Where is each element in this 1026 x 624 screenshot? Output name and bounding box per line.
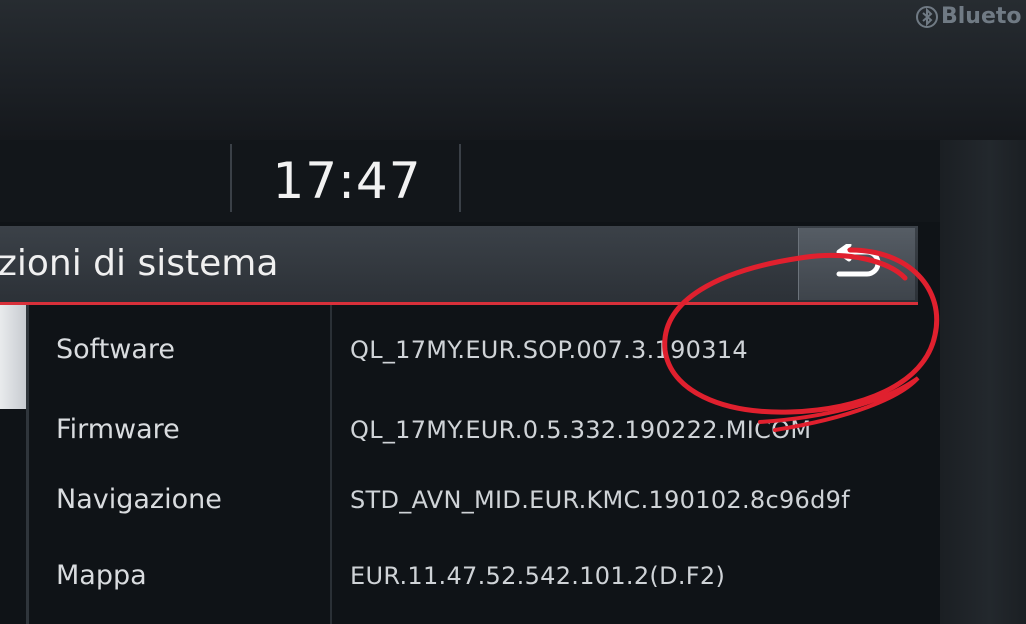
clock: 17:47 — [272, 152, 422, 210]
table-row: Navigazione STD_AVN_MID.EUR.KMC.190102.8… — [0, 461, 940, 539]
status-divider — [230, 144, 232, 212]
table-row: Firmware QL_17MY.EUR.0.5.332.190222.MICO… — [0, 391, 940, 469]
row-value: QL_17MY.EUR.SOP.007.3.190314 — [350, 336, 748, 364]
status-bar: 17:47 — [0, 140, 940, 222]
row-label: Mappa — [56, 560, 147, 591]
bluetooth-icon — [916, 6, 938, 28]
table-row: Software QL_17MY.EUR.SOP.007.3.190314 — [0, 311, 940, 389]
title-bar: zioni di sistema — [0, 226, 918, 305]
row-value: EUR.11.47.52.542.101.2(D.F2) — [350, 562, 726, 590]
row-label: Firmware — [56, 414, 180, 445]
back-arrow-icon — [836, 244, 881, 277]
infotainment-screen: 17:47 zioni di sistema Software QL_17MY.… — [0, 140, 940, 624]
row-value: STD_AVN_MID.EUR.KMC.190102.8c96d9f — [350, 486, 850, 514]
status-divider — [459, 144, 461, 212]
row-label: Software — [56, 334, 176, 365]
brand-text: Blueto — [941, 4, 1022, 29]
page-title: zioni di sistema — [0, 243, 279, 284]
row-value: QL_17MY.EUR.0.5.332.190222.MICOM — [350, 416, 812, 444]
back-button[interactable] — [798, 228, 915, 300]
row-label: Navigazione — [56, 484, 222, 515]
table-row: Mappa EUR.11.47.52.542.101.2(D.F2) — [0, 537, 940, 615]
system-info-table: Software QL_17MY.EUR.SOP.007.3.190314 Fi… — [0, 305, 940, 624]
bluetooth-brand: Blueto — [916, 0, 1026, 34]
dashboard-bezel — [0, 0, 1026, 140]
screen-frame-right — [936, 140, 1026, 624]
